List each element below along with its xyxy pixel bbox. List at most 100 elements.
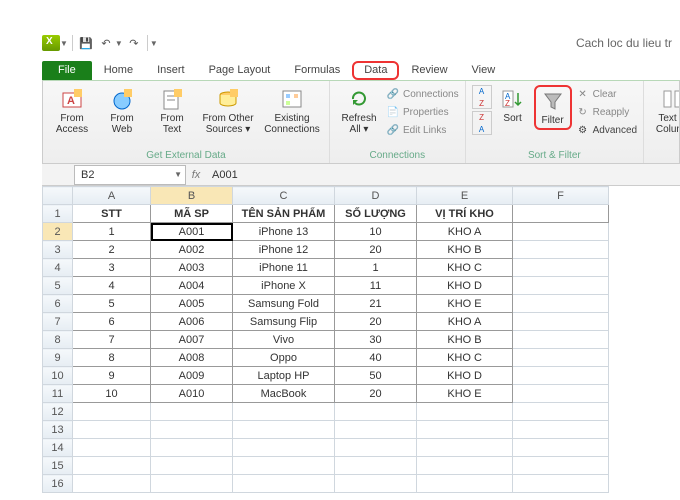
cell[interactable]: KHO B <box>417 241 513 259</box>
cell[interactable] <box>513 439 609 457</box>
sort-za-button[interactable]: ZA <box>472 111 492 135</box>
tab-view[interactable]: View <box>460 61 508 80</box>
fx-icon[interactable]: fx <box>186 169 206 181</box>
cell[interactable] <box>513 331 609 349</box>
cell[interactable] <box>417 475 513 493</box>
cell[interactable] <box>513 367 609 385</box>
cell[interactable]: SỐ LƯỢNG <box>335 205 417 223</box>
cell[interactable]: TÊN SẢN PHẨM <box>233 205 335 223</box>
tab-home[interactable]: Home <box>92 61 145 80</box>
cell[interactable] <box>513 277 609 295</box>
cell[interactable]: A001 <box>151 223 233 241</box>
cell[interactable] <box>73 403 151 421</box>
cell[interactable]: Oppo <box>233 349 335 367</box>
cell[interactable] <box>151 457 233 475</box>
cell[interactable] <box>513 421 609 439</box>
cell[interactable] <box>335 457 417 475</box>
cell[interactable]: Samsung Flip <box>233 313 335 331</box>
cell[interactable] <box>513 403 609 421</box>
cell[interactable]: 4 <box>73 277 151 295</box>
cell[interactable]: A006 <box>151 313 233 331</box>
cell[interactable]: Laptop HP <box>233 367 335 385</box>
tab-formulas[interactable]: Formulas <box>282 61 352 80</box>
cell[interactable]: 1 <box>335 259 417 277</box>
cell[interactable] <box>335 439 417 457</box>
cell[interactable]: 7 <box>73 331 151 349</box>
cell[interactable] <box>417 457 513 475</box>
cell[interactable]: Samsung Fold <box>233 295 335 313</box>
cell[interactable]: iPhone 11 <box>233 259 335 277</box>
cell[interactable]: KHO A <box>417 223 513 241</box>
cell[interactable] <box>417 421 513 439</box>
save-icon[interactable]: 💾 <box>77 34 95 52</box>
spreadsheet-grid[interactable]: A B C D E F 1 STT MÃ SP TÊN SẢN PHẨM SỐ … <box>42 186 680 493</box>
filter-button[interactable]: Filter <box>534 85 572 130</box>
cell[interactable] <box>151 403 233 421</box>
cell[interactable]: A003 <box>151 259 233 277</box>
cell[interactable]: KHO C <box>417 259 513 277</box>
row-header[interactable]: 6 <box>43 295 73 313</box>
from-other-sources-button[interactable]: From Other Sources ▾ <box>199 85 257 135</box>
cell[interactable]: KHO E <box>417 385 513 403</box>
tab-page-layout[interactable]: Page Layout <box>197 61 283 80</box>
row-header[interactable]: 12 <box>43 403 73 421</box>
from-web-button[interactable]: From Web <box>99 85 145 135</box>
col-header-e[interactable]: E <box>417 187 513 205</box>
advanced-button[interactable]: ⚙Advanced <box>576 121 637 139</box>
name-box[interactable]: B2 ▼ <box>74 165 186 185</box>
text-to-columns-button[interactable]: Text to Column <box>650 85 680 135</box>
col-header-c[interactable]: C <box>233 187 335 205</box>
cell[interactable]: A004 <box>151 277 233 295</box>
row-header[interactable]: 7 <box>43 313 73 331</box>
cell[interactable] <box>417 439 513 457</box>
connections-button[interactable]: 🔗Connections <box>386 85 459 103</box>
cell[interactable] <box>513 259 609 277</box>
clear-button[interactable]: ✕Clear <box>576 85 637 103</box>
cell[interactable] <box>513 295 609 313</box>
cell[interactable]: 3 <box>73 259 151 277</box>
cell[interactable]: 40 <box>335 349 417 367</box>
row-header[interactable]: 13 <box>43 421 73 439</box>
row-header[interactable]: 2 <box>43 223 73 241</box>
cell[interactable] <box>73 421 151 439</box>
cell[interactable]: KHO D <box>417 277 513 295</box>
cell[interactable] <box>73 457 151 475</box>
cell[interactable]: 10 <box>335 223 417 241</box>
cell[interactable]: 8 <box>73 349 151 367</box>
cell[interactable] <box>233 403 335 421</box>
properties-button[interactable]: 📄Properties <box>386 103 459 121</box>
cell[interactable] <box>151 439 233 457</box>
cell[interactable] <box>513 241 609 259</box>
cell[interactable]: VỊ TRÍ KHO <box>417 205 513 223</box>
cell[interactable]: A007 <box>151 331 233 349</box>
cell[interactable]: A002 <box>151 241 233 259</box>
cell[interactable]: KHO A <box>417 313 513 331</box>
cell[interactable]: KHO B <box>417 331 513 349</box>
cell[interactable]: 9 <box>73 367 151 385</box>
cell[interactable] <box>233 439 335 457</box>
cell[interactable] <box>233 421 335 439</box>
cell[interactable]: 30 <box>335 331 417 349</box>
row-header[interactable]: 10 <box>43 367 73 385</box>
cell[interactable]: 20 <box>335 241 417 259</box>
undo-icon[interactable]: ↶ <box>97 34 115 52</box>
cell[interactable]: 10 <box>73 385 151 403</box>
redo-icon[interactable]: ↷ <box>125 34 143 52</box>
cell[interactable]: 21 <box>335 295 417 313</box>
cell[interactable]: 2 <box>73 241 151 259</box>
cell[interactable]: MÃ SP <box>151 205 233 223</box>
cell[interactable]: 20 <box>335 313 417 331</box>
cell[interactable]: 11 <box>335 277 417 295</box>
row-header[interactable]: 5 <box>43 277 73 295</box>
row-header[interactable]: 11 <box>43 385 73 403</box>
row-header[interactable]: 8 <box>43 331 73 349</box>
cell[interactable]: KHO E <box>417 295 513 313</box>
cell[interactable] <box>73 439 151 457</box>
row-header[interactable]: 3 <box>43 241 73 259</box>
cell[interactable] <box>335 421 417 439</box>
row-header[interactable]: 1 <box>43 205 73 223</box>
cell[interactable] <box>151 421 233 439</box>
cell[interactable] <box>513 349 609 367</box>
row-header[interactable]: 16 <box>43 475 73 493</box>
qat-dropdown-icon[interactable]: ▼ <box>60 39 68 48</box>
